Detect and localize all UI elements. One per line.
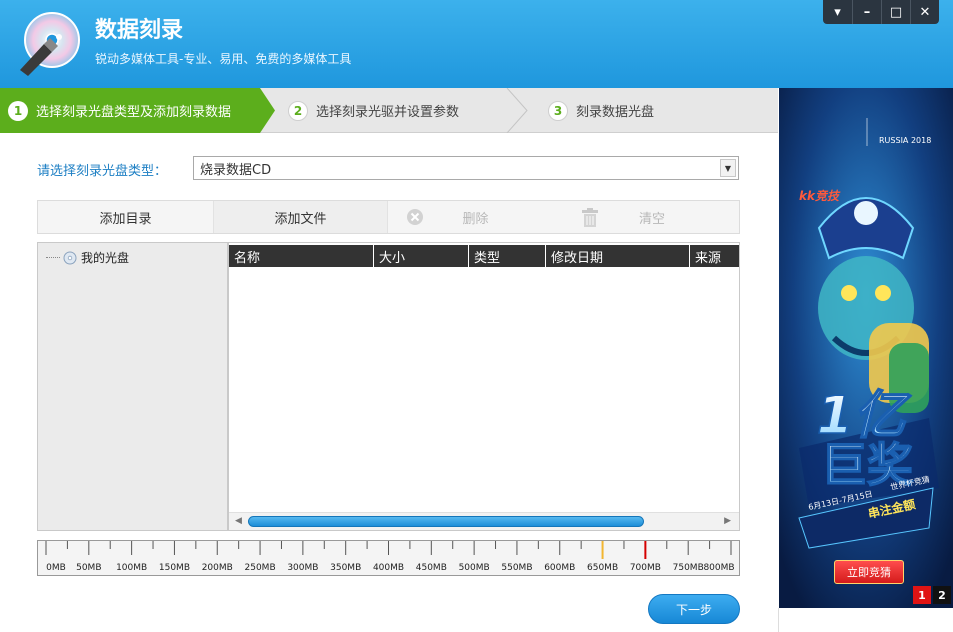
capacity-label: 600MB <box>544 563 576 573</box>
tree-item-my-disc[interactable]: 我的光盘 <box>46 249 129 266</box>
step-3: 3 刻录数据光盘 <box>548 88 654 133</box>
step-label: 选择刻录光驱并设置参数 <box>316 105 460 120</box>
delete-icon <box>407 209 423 225</box>
clear-label: 清空 <box>638 211 665 227</box>
disc-tree-panel: 我的光盘 <box>37 242 228 531</box>
chevron-down-icon[interactable]: ▼ <box>720 159 736 177</box>
title-bar: 数据刻录 锐动多媒体工具-专业、易用、免费的多媒体工具 ▾ – □ ✕ <box>0 0 953 88</box>
menu-dropdown-icon[interactable]: ▾ <box>823 0 852 24</box>
ad-cta-button[interactable]: 立即竞猜 <box>834 560 904 584</box>
capacity-label: 300MB <box>287 563 319 573</box>
column-header-name[interactable]: 名称 <box>229 245 374 267</box>
ad-artwork: kk竞技 RUSSIA 2018 1亿 巨奖 6月13日-7月15日 世界杯竞猜… <box>779 88 953 608</box>
step-label: 选择刻录光盘类型及添加刻录数据 <box>36 105 232 120</box>
step-separator-icon <box>506 88 528 133</box>
disc-burner-logo-icon <box>20 12 80 76</box>
ad-event-text: RUSSIA 2018 <box>879 136 931 145</box>
capacity-label: 450MB <box>415 563 447 573</box>
capacity-label: 550MB <box>501 563 533 573</box>
minimize-icon[interactable]: – <box>852 0 881 24</box>
capacity-label: 400MB <box>372 563 405 573</box>
capacity-label: 0MB <box>46 563 66 573</box>
column-header-type[interactable]: 类型 <box>469 245 546 267</box>
close-icon[interactable]: ✕ <box>910 0 939 24</box>
capacity-label: 700MB <box>629 563 661 573</box>
scroll-right-icon[interactable]: ▶ <box>724 516 731 526</box>
step-number: 3 <box>548 100 568 121</box>
capacity-label: 350MB <box>330 563 362 573</box>
trash-icon <box>582 208 598 227</box>
scroll-left-icon[interactable]: ◀ <box>235 516 242 526</box>
maximize-icon[interactable]: □ <box>881 0 910 24</box>
wizard-steps: 1 选择刻录光盘类型及添加刻录数据 2 选择刻录光驱并设置参数 3 刻录数据光盘 <box>0 88 778 133</box>
ad-page-1-button[interactable]: 1 <box>913 586 931 604</box>
clear-button[interactable]: 清空 <box>563 201 741 233</box>
app-subtitle: 锐动多媒体工具-专业、易用、免费的多媒体工具 <box>95 52 352 66</box>
step-1: 1 选择刻录光盘类型及添加刻录数据 <box>0 88 275 133</box>
tree-item-label: 我的光盘 <box>81 251 130 265</box>
capacity-label: 100MB <box>116 563 148 573</box>
add-directory-button[interactable]: 添加目录 <box>38 201 213 233</box>
ad-brand-text: kk竞技 <box>799 189 841 203</box>
column-header-source[interactable]: 来源 <box>690 245 739 267</box>
ad-headline-1: 1亿 <box>817 386 912 446</box>
add-file-button[interactable]: 添加文件 <box>213 201 388 233</box>
disc-type-value: 烧录数据CD <box>200 162 272 178</box>
capacity-marker-700 <box>644 541 647 559</box>
capacity-label: 750MB <box>672 563 704 573</box>
capacity-label: 250MB <box>244 563 276 573</box>
horizontal-scrollbar[interactable]: ◀ ▶ <box>229 512 739 530</box>
app-title: 数据刻录 <box>95 18 184 43</box>
delete-button[interactable]: 删除 <box>388 201 563 233</box>
capacity-label: 650MB <box>587 563 619 573</box>
file-toolbar: 添加目录 添加文件 删除 清空 <box>37 200 740 234</box>
file-list: 名称 大小 类型 修改日期 来源 ◀ ▶ <box>228 242 740 531</box>
capacity-ruler: 0MB 50MB 100MB 150MB 200MB 250MB 300MB 350MB 400… <box>37 540 740 576</box>
step-label: 刻录数据光盘 <box>576 105 655 120</box>
capacity-label: 50MB <box>76 563 102 573</box>
ad-page-2-button[interactable]: 2 <box>933 586 951 604</box>
capacity-label: 500MB <box>458 563 490 573</box>
scrollbar-thumb[interactable] <box>248 516 644 527</box>
column-header-size[interactable]: 大小 <box>374 245 469 267</box>
capacity-label: 800MB <box>703 563 735 573</box>
capacity-marker-650 <box>601 541 604 559</box>
capacity-label: 200MB <box>201 563 233 573</box>
step-number: 2 <box>288 100 308 121</box>
delete-label: 删除 <box>462 211 489 227</box>
capacity-label: 150MB <box>158 563 190 573</box>
window-controls: ▾ – □ ✕ <box>823 0 939 24</box>
advertisement-banner[interactable]: kk竞技 RUSSIA 2018 1亿 巨奖 6月13日-7月15日 世界杯竞猜… <box>779 88 953 608</box>
disc-type-label: 请选择刻录光盘类型： <box>37 164 168 179</box>
column-header-modified[interactable]: 修改日期 <box>546 245 690 267</box>
next-step-button[interactable]: 下一步 <box>648 594 740 624</box>
disc-type-select[interactable]: 烧录数据CD ▼ <box>193 156 739 180</box>
step-2: 2 选择刻录光驱并设置参数 <box>288 88 459 133</box>
step-number: 1 <box>8 100 28 121</box>
disc-icon <box>63 251 77 264</box>
file-list-header: 名称 大小 类型 修改日期 来源 <box>229 245 739 267</box>
